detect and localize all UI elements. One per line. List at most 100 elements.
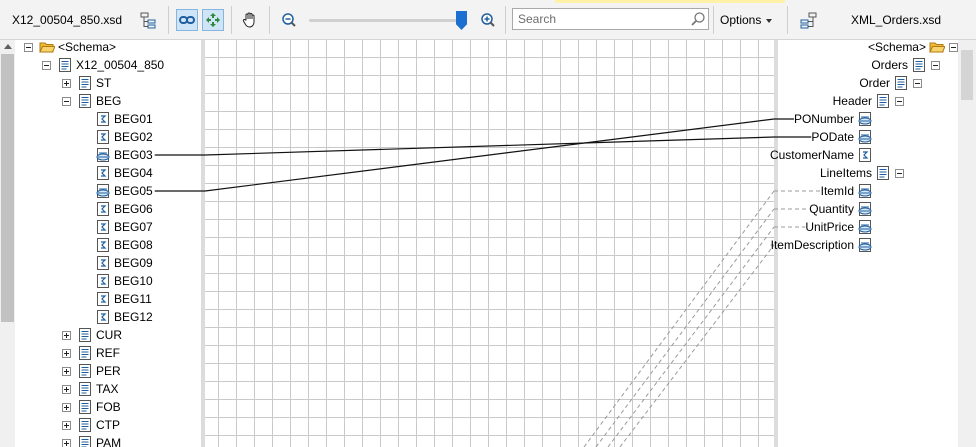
- destination-schema-title[interactable]: XML_Orders.xsd: [851, 13, 941, 27]
- zoom-slider-track[interactable]: [309, 19, 467, 22]
- pan-button[interactable]: [239, 9, 261, 31]
- document-icon: [77, 93, 93, 109]
- source-field-beg11[interactable]: BEG11: [95, 290, 152, 308]
- tree-node-label: Order: [859, 76, 890, 90]
- tree-node-label: <Schema>: [58, 40, 117, 54]
- linked-field-icon: [95, 147, 111, 163]
- field-icon: [95, 219, 111, 235]
- collapse-toggle-icon[interactable]: [931, 60, 940, 70]
- mapping-grid[interactable]: [201, 40, 778, 447]
- search-input[interactable]: [513, 9, 688, 29]
- expand-toggle-icon[interactable]: [62, 78, 71, 88]
- source-field-beg04[interactable]: BEG04: [95, 164, 153, 182]
- dest-record-order[interactable]: Order: [859, 74, 922, 92]
- dest-record-header[interactable]: Header: [833, 92, 904, 110]
- source-record-x12-00504-850[interactable]: X12_00504_850: [42, 56, 164, 74]
- source-field-beg07[interactable]: BEG07: [95, 218, 153, 236]
- tree-node-label: BEG06: [114, 202, 153, 216]
- linked-field-icon: [857, 201, 873, 217]
- source-record-beg[interactable]: BEG: [62, 92, 121, 110]
- fit-to-view-toggle[interactable]: [202, 9, 224, 31]
- document-icon: [77, 417, 93, 433]
- linked-field-icon: [857, 129, 873, 145]
- expand-toggle-icon[interactable]: [62, 384, 71, 394]
- source-schema-title[interactable]: X12_00504_850.xsd: [12, 13, 122, 27]
- dest-field-itemid[interactable]: ItemId: [821, 182, 873, 200]
- dest-field-itemdescription[interactable]: ItemDescription: [771, 236, 873, 254]
- destination-schema-tree-icon[interactable]: [797, 9, 819, 31]
- dest-record-orders[interactable]: Orders: [871, 56, 940, 74]
- source-schema-root[interactable]: <Schema>: [24, 38, 116, 56]
- source-field-beg01[interactable]: BEG01: [95, 110, 153, 128]
- source-record-st[interactable]: ST: [62, 74, 111, 92]
- expand-toggle-icon[interactable]: [62, 402, 71, 412]
- collapse-toggle-icon[interactable]: [913, 78, 922, 88]
- source-record-pam[interactable]: PAM: [62, 434, 121, 447]
- zoom-out-button[interactable]: [278, 9, 300, 31]
- expand-toggle-icon[interactable]: [62, 348, 71, 358]
- tree-node-label: X12_00504_850: [76, 58, 165, 72]
- source-field-beg02[interactable]: BEG02: [95, 128, 153, 146]
- tree-node-label: ItemDescription: [770, 238, 854, 252]
- toolbar-separator: [787, 6, 788, 34]
- source-record-per[interactable]: PER: [62, 362, 121, 380]
- dest-field-customername[interactable]: CustomerName: [770, 146, 873, 164]
- zoom-in-icon: [481, 13, 495, 27]
- dest-field-podate[interactable]: PODate: [811, 128, 873, 146]
- collapse-toggle-icon[interactable]: [895, 168, 904, 178]
- expand-toggle-icon[interactable]: [62, 330, 71, 340]
- source-field-beg12[interactable]: BEG12: [95, 308, 153, 326]
- source-field-beg06[interactable]: BEG06: [95, 200, 153, 218]
- source-record-ctp[interactable]: CTP: [62, 416, 120, 434]
- dest-field-ponumber[interactable]: PONumber: [794, 110, 873, 128]
- tree-node-label: BEG10: [114, 274, 153, 288]
- search-icon[interactable]: [690, 11, 706, 30]
- tree-node-label: CustomerName: [769, 148, 854, 162]
- collapse-toggle-icon[interactable]: [949, 42, 958, 52]
- options-dropdown[interactable]: Options: [720, 13, 773, 27]
- dest-field-quantity[interactable]: Quantity: [809, 200, 873, 218]
- expand-toggle-icon[interactable]: [62, 420, 71, 430]
- show-links-toggle[interactable]: [176, 9, 198, 31]
- scroll-up-arrow-icon[interactable]: [4, 44, 12, 49]
- source-record-cur[interactable]: CUR: [62, 326, 122, 344]
- source-field-beg03[interactable]: BEG03: [95, 146, 153, 164]
- dest-record-lineitems[interactable]: LineItems: [820, 164, 904, 182]
- document-icon: [77, 435, 93, 447]
- document-icon: [893, 75, 909, 91]
- field-icon: [95, 201, 111, 217]
- collapse-toggle-icon[interactable]: [62, 96, 71, 106]
- source-tree-scrollbar[interactable]: [0, 40, 15, 447]
- collapse-toggle-icon[interactable]: [895, 96, 904, 106]
- grid-left-border: [201, 40, 205, 447]
- source-record-tax[interactable]: TAX: [62, 380, 118, 398]
- zoom-slider-thumb[interactable]: [456, 11, 467, 30]
- linked-field-icon: [857, 219, 873, 235]
- document-icon: [57, 57, 73, 73]
- source-schema-tree-icon[interactable]: [138, 9, 160, 31]
- tree-node-label: BEG09: [114, 256, 153, 270]
- zoom-in-button[interactable]: [477, 9, 499, 31]
- source-record-ref[interactable]: REF: [62, 344, 120, 362]
- tree-node-label: PAM: [96, 436, 122, 447]
- source-field-beg10[interactable]: BEG10: [95, 272, 153, 290]
- tree-node-label: PONumber: [793, 112, 854, 126]
- field-icon: [95, 165, 111, 181]
- expand-toggle-icon[interactable]: [62, 438, 71, 447]
- field-icon: [95, 129, 111, 145]
- scrollbar-thumb[interactable]: [1, 54, 14, 322]
- expand-toggle-icon[interactable]: [62, 366, 71, 376]
- scrollbar-thumb[interactable]: [961, 50, 973, 100]
- dest-field-unitprice[interactable]: UnitPrice: [805, 218, 873, 236]
- source-field-beg05[interactable]: BEG05: [95, 182, 153, 200]
- dest-schema-root[interactable]: <Schema>: [868, 38, 958, 56]
- source-record-fob[interactable]: FOB: [62, 398, 121, 416]
- collapse-toggle-icon[interactable]: [24, 42, 33, 52]
- collapse-toggle-icon[interactable]: [42, 60, 51, 70]
- tree-node-label: BEG11: [114, 292, 152, 306]
- source-field-beg09[interactable]: BEG09: [95, 254, 153, 272]
- source-field-beg08[interactable]: BEG08: [95, 236, 153, 254]
- tree-node-label: CTP: [96, 418, 120, 432]
- destination-tree-scrollbar[interactable]: [958, 40, 976, 447]
- tree-node-label: Header: [832, 94, 872, 108]
